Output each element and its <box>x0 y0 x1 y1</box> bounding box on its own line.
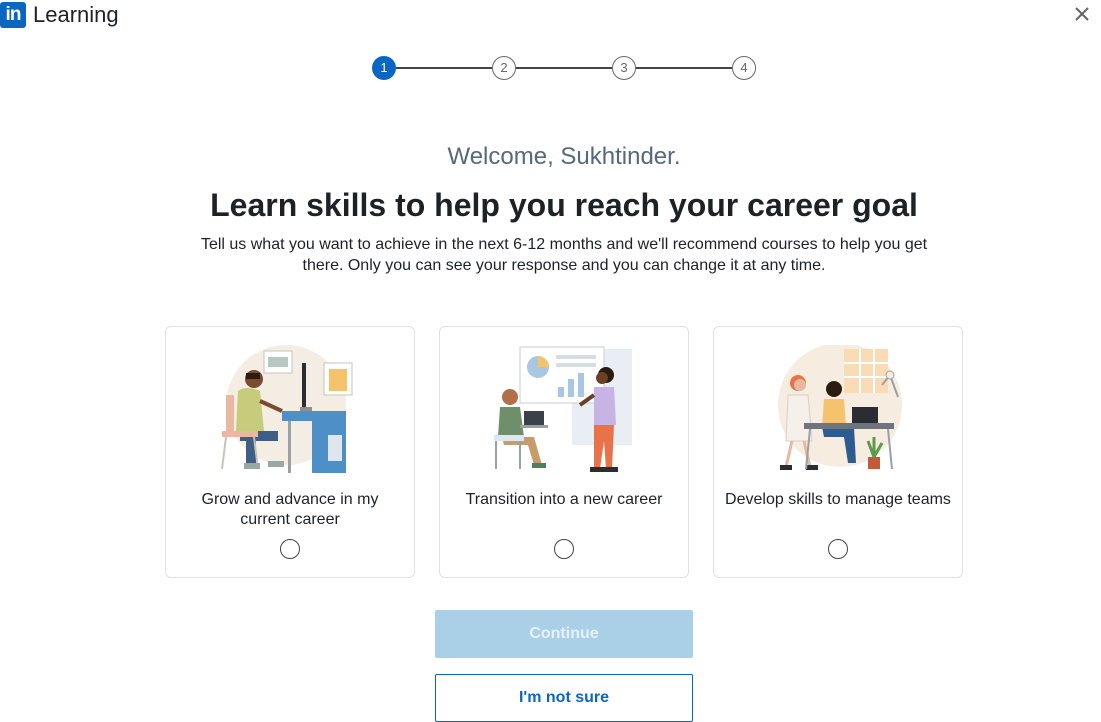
option-card-manage-teams[interactable]: Develop skills to manage teams <box>713 326 963 578</box>
continue-button[interactable]: Continue <box>435 610 693 658</box>
option-radio[interactable] <box>280 539 300 559</box>
step-2: 2 <box>492 56 516 80</box>
close-icon[interactable] <box>1071 3 1093 25</box>
page-title: Learn skills to help you reach your care… <box>210 187 918 223</box>
step-3: 3 <box>612 56 636 80</box>
step-connector <box>516 67 612 69</box>
option-card-grow-career[interactable]: Grow and advance in my current career <box>165 326 415 578</box>
option-radio[interactable] <box>554 539 574 559</box>
option-radio[interactable] <box>828 539 848 559</box>
presentation-illustration <box>494 346 632 472</box>
step-connector <box>396 67 492 69</box>
not-sure-button[interactable]: I'm not sure <box>435 674 693 722</box>
option-label: Grow and advance in my current career <box>201 491 379 528</box>
option-card-transition-career[interactable]: Transition into a new career <box>439 326 689 578</box>
step-4: 4 <box>732 56 756 80</box>
page-description: Tell us what you want to achieve in the … <box>200 236 928 274</box>
option-label: Develop skills to manage teams <box>725 491 951 508</box>
linkedin-logo: in <box>0 2 26 28</box>
team-meeting-illustration <box>778 345 902 470</box>
welcome-message: Welcome, Sukhtinder. <box>447 143 681 170</box>
app-name: Learning <box>33 2 119 27</box>
step-connector <box>636 67 732 69</box>
step-1: 1 <box>372 56 396 80</box>
app-brand: in Learning <box>0 2 119 28</box>
option-label: Transition into a new career <box>465 491 663 508</box>
progress-stepper: 1 2 3 4 <box>372 56 756 80</box>
desk-worker-illustration <box>221 345 353 473</box>
